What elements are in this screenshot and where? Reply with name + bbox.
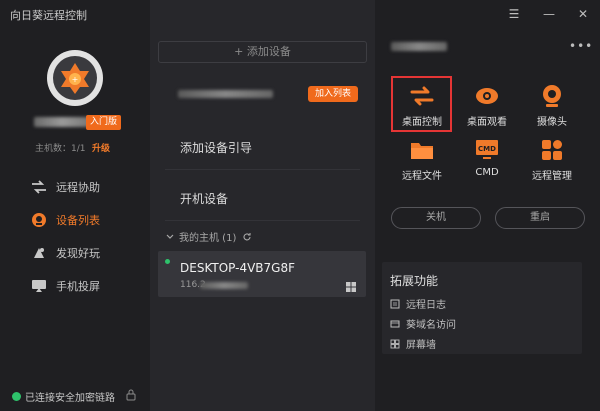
lock-icon[interactable] — [126, 389, 136, 401]
discover-icon — [30, 244, 48, 262]
app-title: 向日葵远程控制 — [10, 9, 87, 22]
edition-badge: 入门版 — [86, 115, 122, 130]
my-hosts-header[interactable]: 我的主机 (1) — [166, 229, 252, 244]
feature-label: CMD — [475, 167, 499, 178]
online-dot — [165, 259, 170, 264]
divider — [165, 220, 360, 221]
shutdown-button[interactable]: 关机 — [391, 207, 481, 229]
log-icon — [390, 299, 400, 309]
host-name: DESKTOP-4VB7G8F — [180, 261, 296, 275]
remote-log-link[interactable]: 远程日志 — [390, 296, 446, 311]
cmd-button[interactable]: CMD CMD — [457, 138, 517, 188]
ext-item-label: 葵域名访问 — [406, 320, 456, 331]
secure-connection-status: 已连接安全加密链路 — [12, 389, 115, 404]
cmd-icon: CMD — [475, 138, 499, 162]
remote-assist-icon — [30, 178, 48, 196]
ext-item-label: 屏幕墙 — [406, 340, 436, 351]
domain-icon — [390, 319, 400, 329]
selected-feature-highlight — [391, 76, 452, 132]
domain-access-link[interactable]: 葵域名访问 — [390, 316, 456, 331]
close-icon[interactable]: ✕ — [574, 5, 592, 23]
username-redacted — [34, 117, 90, 127]
svg-text:+: + — [72, 75, 79, 84]
upgrade-link[interactable]: 升级 — [92, 141, 110, 154]
feature-label: 桌面观看 — [467, 117, 507, 128]
desktop-view-icon — [475, 84, 499, 108]
restart-button[interactable]: 重启 — [495, 207, 585, 229]
sidebar-item-label: 远程协助 — [56, 181, 100, 194]
remote-manage-icon — [540, 138, 564, 162]
status-dot — [12, 392, 21, 401]
host-ip-redacted — [200, 282, 248, 289]
sidebar-item-label: 设备列表 — [56, 214, 100, 227]
ext-item-label: 远程日志 — [406, 300, 446, 311]
sidebar-item-remote-assist[interactable]: 远程协助 — [30, 177, 100, 197]
screen-cast-icon — [30, 277, 48, 295]
minimize-icon[interactable]: — — [540, 5, 558, 23]
device-list-icon — [30, 211, 48, 229]
sidebar-item-label: 手机投屏 — [56, 280, 100, 293]
join-list-button[interactable]: 加入列表 — [308, 86, 358, 102]
svg-text:CMD: CMD — [478, 145, 496, 153]
remote-file-button[interactable]: 远程文件 — [392, 138, 452, 188]
sidebar-item-device-list[interactable]: 设备列表 — [30, 210, 100, 230]
camera-button[interactable]: 摄像头 — [522, 84, 582, 134]
sidebar-item-label: 发现好玩 — [56, 247, 100, 260]
refresh-icon[interactable] — [242, 232, 252, 242]
sidebar-item-screen-cast[interactable]: 手机投屏 — [30, 276, 100, 296]
remote-manage-button[interactable]: 远程管理 — [522, 138, 582, 188]
chevron-down-icon — [166, 234, 174, 239]
my-hosts-label: 我的主机 (1) — [179, 233, 237, 244]
secure-connection-label: 已连接安全加密链路 — [25, 393, 115, 404]
more-icon[interactable]: ••• — [569, 39, 593, 53]
host-title-redacted — [391, 42, 447, 51]
feature-label: 远程文件 — [402, 171, 442, 182]
feature-label: 远程管理 — [532, 171, 572, 182]
screen-wall-link[interactable]: 屏幕墙 — [390, 336, 436, 351]
screen-wall-icon — [390, 339, 400, 349]
sidebar-item-discover[interactable]: 发现好玩 — [30, 243, 100, 263]
extensions-title: 拓展功能 — [390, 274, 439, 288]
wake-device-link[interactable]: 开机设备 — [180, 190, 228, 207]
camera-icon — [540, 84, 564, 108]
device-group-redacted — [178, 90, 273, 98]
host-count: 主机数：1/1 — [35, 144, 86, 154]
add-device-guide-link[interactable]: 添加设备引导 — [180, 139, 252, 156]
desktop-view-button[interactable]: 桌面观看 — [457, 84, 517, 134]
add-device-button[interactable]: + 添加设备 — [158, 41, 367, 63]
folder-icon — [410, 138, 434, 162]
avatar[interactable]: + — [47, 50, 103, 106]
divider — [165, 169, 360, 170]
sunflower-logo-icon: + — [61, 63, 89, 94]
feature-label: 摄像头 — [537, 117, 567, 128]
menu-icon[interactable]: ☰ — [505, 5, 523, 23]
windows-icon — [346, 282, 356, 292]
